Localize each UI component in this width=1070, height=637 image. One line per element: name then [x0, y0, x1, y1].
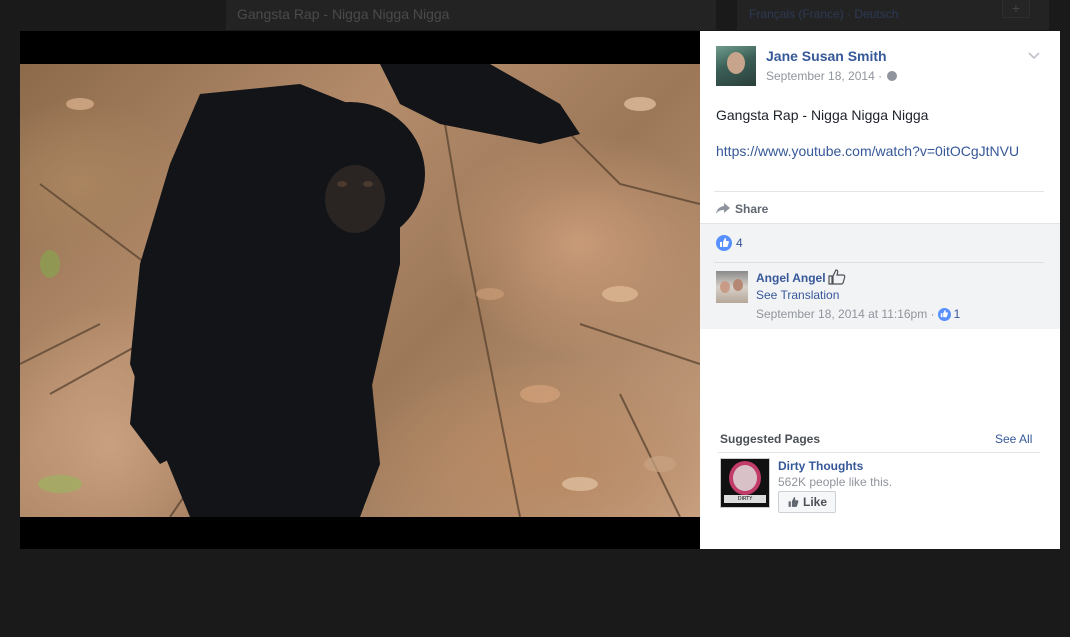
commenter-name[interactable]: Angel Angel: [756, 271, 826, 285]
comments-section: 4 Angel Angel See Translation September …: [700, 223, 1060, 329]
page-thumb-caption: DIRTY THOUGHTS: [724, 495, 766, 507]
chimpanzee-photo: [20, 64, 700, 517]
post-text: Gangsta Rap - Nigga Nigga Nigga: [716, 107, 929, 123]
youtube-link[interactable]: https://www.youtube.com/watch?v=0itOCgJt…: [716, 143, 1019, 159]
suggested-page-name[interactable]: Dirty Thoughts: [778, 459, 863, 473]
comment-timestamp[interactable]: September 18, 2014 at 11:16pm ·: [756, 307, 935, 321]
background-plus-button: +: [1002, 0, 1030, 18]
like-page-button[interactable]: Like: [778, 491, 836, 513]
share-arrow-icon: [716, 203, 730, 214]
globe-icon: [887, 71, 898, 81]
divider: [718, 452, 1040, 453]
share-label: Share: [735, 202, 769, 216]
comment-like-count[interactable]: 1: [954, 307, 961, 321]
like-page-label: Like: [802, 495, 827, 509]
chevron-down-icon[interactable]: [1026, 47, 1042, 63]
author-name[interactable]: Jane Susan Smith: [766, 48, 887, 64]
see-all-link[interactable]: See All: [995, 432, 1032, 446]
post-photo[interactable]: [20, 64, 700, 517]
post-date-text[interactable]: September 18, 2014 ·: [766, 69, 882, 83]
see-translation-link[interactable]: See Translation: [756, 288, 839, 302]
post-date: September 18, 2014 ·: [766, 69, 898, 83]
like-thumb-icon: [716, 235, 732, 251]
suggested-page-likes: 562K people like this.: [778, 475, 893, 489]
background-languages: Français (France) · Deutsch: [749, 7, 899, 21]
divider: [714, 191, 1044, 192]
thumb-outline-icon: [828, 269, 846, 285]
commenter-avatar[interactable]: [716, 271, 748, 303]
likes-summary[interactable]: 4: [716, 235, 743, 251]
author-avatar[interactable]: [716, 46, 756, 86]
like-thumb-icon: [937, 307, 951, 321]
media-viewer[interactable]: [20, 31, 700, 549]
like-count: 4: [736, 236, 743, 250]
background-post-title: Gangsta Rap - Nigga Nigga Nigga: [237, 6, 450, 22]
share-button[interactable]: Share: [716, 199, 768, 219]
page-thumb-face: [733, 465, 757, 491]
post-details-panel: Jane Susan Smith September 18, 2014 · Ga…: [700, 31, 1060, 549]
comment-meta: September 18, 2014 at 11:16pm · 1: [756, 307, 960, 321]
like-thumb-icon: [788, 496, 799, 507]
suggested-page-thumbnail[interactable]: DIRTY THOUGHTS: [720, 458, 770, 508]
divider: [714, 262, 1044, 263]
suggested-pages-title: Suggested Pages: [720, 432, 821, 446]
